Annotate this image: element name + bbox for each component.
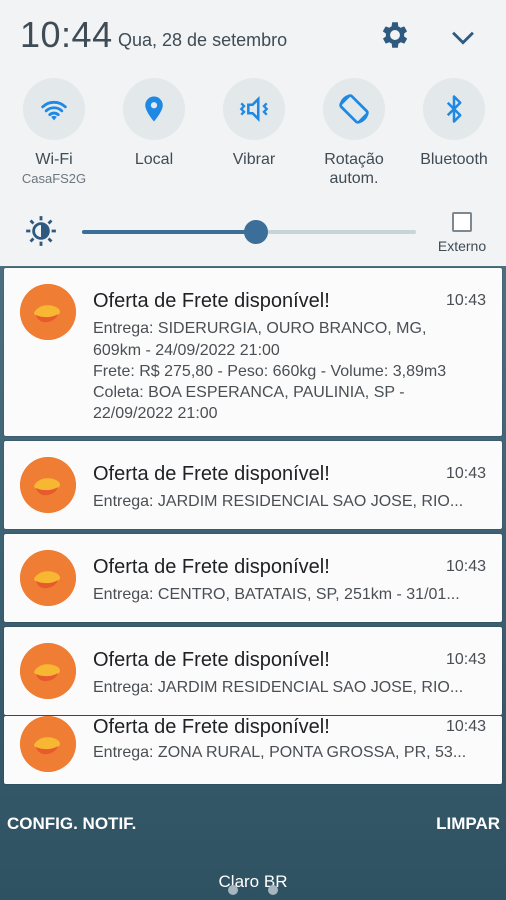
tile-label: Local — [134, 151, 174, 168]
app-logo-icon — [20, 550, 76, 606]
date[interactable]: Qua, 28 de setembro — [118, 30, 287, 51]
clock: 10:44 — [20, 14, 113, 55]
notification-text: Entrega: CENTRO, BATATAIS, SP, 251km - 3… — [93, 586, 460, 603]
brightness-icon — [26, 216, 56, 246]
notification-text: Frete: R$ 275,80 - Peso: 660kg - Volume:… — [93, 363, 447, 380]
notification-text: Coleta: BOA ESPERANCA, PAULINIA, SP - — [93, 384, 405, 401]
notification-title: Oferta de Frete disponível! — [93, 463, 330, 485]
notification-card[interactable]: Oferta de Frete disponível! 10:43 Entreg… — [4, 441, 502, 529]
quick-settings-panel: 10:44 Qua, 28 de setembro Wi-Fi CasaFS2G… — [0, 0, 506, 266]
notification-title: Oferta de Frete disponível! — [93, 649, 330, 671]
notification-time: 10:43 — [445, 292, 486, 309]
notification-title: Oferta de Frete disponível! — [93, 290, 330, 312]
app-logo-icon — [20, 284, 76, 340]
notification-text: Entrega: JARDIM RESIDENCIAL SAO JOSE, RI… — [93, 679, 464, 696]
tile-vibrate[interactable]: Vibrar — [204, 78, 304, 169]
tile-label: Vibrar — [232, 151, 276, 168]
external-label: Externo — [437, 238, 487, 254]
notification-time: 10:43 — [445, 718, 486, 735]
notification-card[interactable]: Oferta de Frete disponível! 10:43 Entreg… — [4, 716, 502, 784]
brightness-fill — [82, 230, 256, 234]
notification-card[interactable]: Oferta de Frete disponível! 10:43 Entreg… — [4, 268, 502, 436]
gear-icon[interactable] — [378, 18, 412, 52]
notification-settings-button[interactable]: CONFIG. NOTIF. — [7, 814, 136, 834]
app-logo-icon — [20, 643, 76, 699]
rotation-icon[interactable] — [323, 78, 385, 140]
tile-label: Rotação autom. — [324, 151, 384, 187]
bluetooth-icon[interactable] — [423, 78, 485, 140]
notification-time: 10:43 — [445, 651, 486, 668]
vibrate-icon[interactable] — [223, 78, 285, 140]
page-indicator-dot — [228, 885, 238, 895]
notification-text: 609km - 24/09/2022 21:00 — [93, 342, 280, 359]
tile-wifi[interactable]: Wi-Fi CasaFS2G — [4, 78, 104, 186]
clear-all-button[interactable]: LIMPAR — [436, 814, 500, 834]
app-logo-icon — [20, 457, 76, 513]
carrier-label: Claro BR — [218, 872, 288, 891]
tile-rotation[interactable]: Rotação autom. — [304, 78, 404, 188]
app-logo-icon — [20, 716, 76, 772]
notification-card[interactable]: Oferta de Frete disponível! 10:43 Entreg… — [4, 534, 502, 622]
page-indicator-dot — [268, 885, 278, 895]
tile-bluetooth[interactable]: Bluetooth — [404, 78, 504, 169]
tile-label: Wi-Fi — [35, 151, 73, 168]
external-checkbox[interactable] — [452, 212, 472, 232]
chevron-down-icon[interactable] — [446, 20, 480, 54]
tile-sublabel: CasaFS2G — [21, 171, 87, 186]
notification-time: 10:43 — [445, 465, 486, 482]
notification-card[interactable]: Oferta de Frete disponível! 10:43 Entreg… — [4, 627, 502, 715]
notification-title: Oferta de Frete disponível! — [93, 556, 330, 578]
brightness-slider[interactable] — [82, 220, 416, 244]
notification-text: Entrega: ZONA RURAL, PONTA GROSSA, PR, 5… — [93, 744, 467, 761]
tile-label: Bluetooth — [420, 151, 488, 168]
notification-text: Entrega: SIDERURGIA, OURO BRANCO, MG, — [93, 320, 427, 337]
notification-time: 10:43 — [445, 558, 486, 575]
brightness-knob[interactable] — [243, 220, 268, 244]
location-icon[interactable] — [123, 78, 185, 140]
notification-title: Oferta de Frete disponível! — [93, 716, 330, 738]
notification-text: Entrega: JARDIM RESIDENCIAL SAO JOSE, RI… — [93, 493, 464, 510]
tile-location[interactable]: Local — [104, 78, 204, 169]
wifi-icon[interactable] — [23, 78, 85, 140]
notification-text: 22/09/2022 21:00 — [93, 405, 218, 422]
